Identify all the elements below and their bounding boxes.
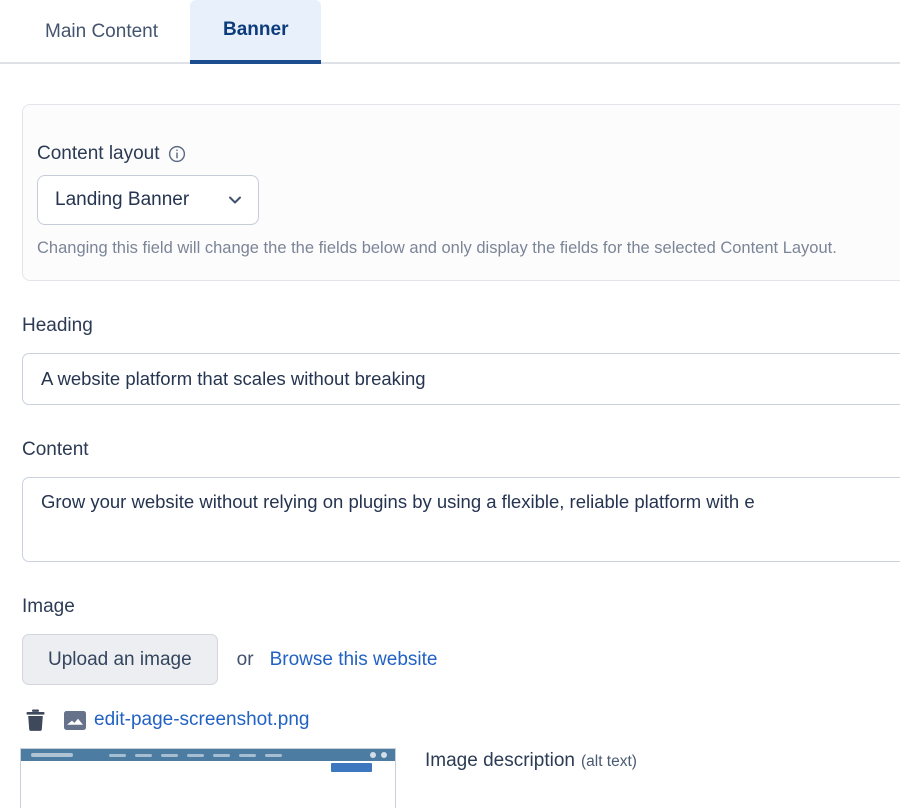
- image-preview-thumbnail: [20, 748, 396, 808]
- thumbnail-nav-links: [109, 754, 282, 757]
- chevron-down-icon: [227, 192, 243, 208]
- browse-website-link[interactable]: Browse this website: [270, 649, 438, 671]
- image-upload-row: Upload an image or Browse this website: [22, 634, 900, 685]
- thumbnail-navbar: [21, 749, 395, 761]
- content-layout-help-text: Changing this field will change the the …: [37, 239, 900, 258]
- heading-label: Heading: [22, 315, 900, 337]
- content-textarea[interactable]: Grow your website without relying on plu…: [22, 477, 900, 562]
- file-name-link[interactable]: edit-page-screenshot.png: [94, 709, 309, 731]
- trash-icon[interactable]: [26, 709, 45, 731]
- image-description-label: Image description (alt text): [425, 748, 637, 772]
- image-description-label-text: Image description: [425, 750, 575, 771]
- content-layout-card: Content layout Landing Banner Changing t…: [22, 104, 900, 281]
- tab-bar: Main Content Banner: [0, 0, 900, 64]
- thumbnail-nav-icons: [370, 752, 387, 758]
- thumbnail-logo: [31, 753, 73, 757]
- image-file-icon: [64, 711, 86, 730]
- content-label: Content: [22, 439, 900, 461]
- alt-text-hint: (alt text): [581, 753, 637, 770]
- bottom-row: Image description (alt text): [0, 748, 900, 808]
- thumbnail-body: [21, 761, 395, 809]
- heading-input[interactable]: [22, 353, 900, 405]
- image-label: Image: [22, 596, 900, 618]
- tab-main-content[interactable]: Main Content: [25, 0, 178, 64]
- content-layout-select-value: Landing Banner: [55, 189, 189, 211]
- selected-file-row: edit-page-screenshot.png: [26, 709, 900, 731]
- info-icon[interactable]: [168, 145, 186, 163]
- upload-image-button[interactable]: Upload an image: [22, 634, 218, 685]
- tab-banner[interactable]: Banner: [190, 0, 321, 64]
- content-layout-label: Content layout: [37, 143, 160, 165]
- thumbnail-button: [331, 763, 372, 772]
- or-text: or: [237, 649, 254, 671]
- content-layout-select[interactable]: Landing Banner: [37, 175, 259, 225]
